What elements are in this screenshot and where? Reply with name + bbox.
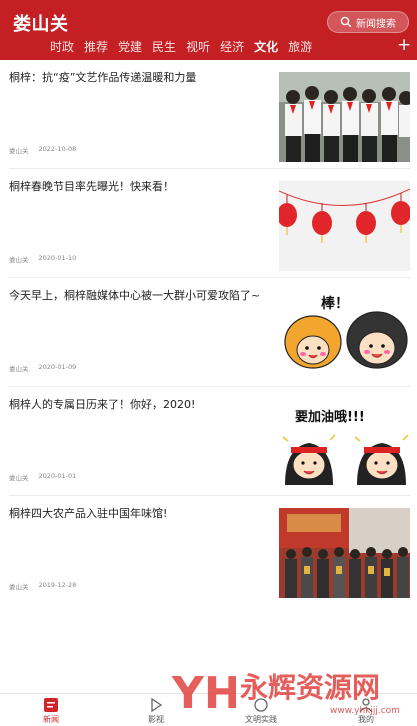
tab-jingji[interactable]: 经济 xyxy=(220,39,244,55)
article-source: 娄山关 xyxy=(9,147,29,155)
article-thumbnail-children[interactable] xyxy=(279,72,410,162)
search-label: 新闻搜索 xyxy=(356,18,396,30)
nav-video-label: 影视 xyxy=(148,715,164,724)
channel-tabs: 时政 推荐 党建 民生 视听 经济 文化 旅游 xyxy=(50,39,322,55)
article-meta: 娄山关 2020-01-10 xyxy=(9,254,76,264)
article-thumbnail-lanterns[interactable] xyxy=(279,181,410,271)
article-source: 娄山关 xyxy=(9,583,29,591)
article-title[interactable]: 桐梓四大农产品入驻中国年味馆! xyxy=(9,506,271,521)
tab-shiting[interactable]: 视听 xyxy=(186,39,210,55)
article-source: 娄山关 xyxy=(9,474,29,482)
app-header: 娄山关 新闻搜索 时政 推荐 党建 民生 视听 经济 文化 旅游 + xyxy=(0,0,417,60)
watermark-text: 永辉资源网 xyxy=(240,671,381,704)
article-title[interactable]: 桐梓人的专属日历来了！你好，2020! xyxy=(9,397,271,412)
article-date: 2020-01-09 xyxy=(38,363,77,371)
article-title[interactable]: 桐梓春晚节目率先曝光！快来看！ xyxy=(9,179,271,194)
thumbnail-text: 要加油哦!!! xyxy=(295,409,365,425)
nav-news-label: 新闻 xyxy=(43,715,59,724)
tab-dangjian[interactable]: 党建 xyxy=(118,39,142,55)
nav-news[interactable]: 新闻 xyxy=(21,695,81,725)
article-source: 娄山关 xyxy=(9,256,29,264)
search-icon xyxy=(340,16,352,28)
news-icon xyxy=(44,698,58,712)
article-date: 2022-10-08 xyxy=(38,145,77,153)
play-icon xyxy=(151,697,163,713)
article-item[interactable]: 桐梓四大农产品入驻中国年味馆! 娄山关 2019-12-28 xyxy=(0,496,417,605)
tab-tuijian[interactable]: 推荐 xyxy=(84,39,108,55)
article-date: 2020-01-01 xyxy=(38,472,77,480)
tab-minsheng[interactable]: 民生 xyxy=(152,39,176,55)
article-thumbnail-cheer[interactable]: 要加油哦!!! xyxy=(279,399,410,489)
article-date: 2020-01-10 xyxy=(38,254,77,262)
article-item[interactable]: 今天早上，桐梓融媒体中心被一大群小可爱攻陷了~ 娄山关 2020-01-09 棒… xyxy=(0,278,417,387)
article-title[interactable]: 今天早上，桐梓融媒体中心被一大群小可爱攻陷了~ xyxy=(9,288,271,303)
app-title: 娄山关 xyxy=(13,14,69,35)
article-item[interactable]: 桐梓：抗“疫”文艺作品传递温暖和力量 娄山关 2022-10-08 xyxy=(0,60,417,169)
article-meta: 娄山关 2022-10-08 xyxy=(9,145,76,155)
article-title[interactable]: 桐梓：抗“疫”文艺作品传递温暖和力量 xyxy=(9,70,271,85)
tab-wenhua[interactable]: 文化 xyxy=(254,39,278,55)
article-item[interactable]: 桐梓人的专属日历来了！你好，2020! 娄山关 2020-01-01 要加油哦!… xyxy=(0,387,417,496)
article-source: 娄山关 xyxy=(9,365,29,373)
article-meta: 娄山关 2019-12-28 xyxy=(9,581,76,591)
article-thumbnail-group-photo[interactable] xyxy=(279,508,410,598)
watermark-logo: YH xyxy=(171,668,236,718)
article-meta: 娄山关 2020-01-09 xyxy=(9,363,76,373)
article-meta: 娄山关 2020-01-01 xyxy=(9,472,76,482)
tab-shizheng[interactable]: 时政 xyxy=(50,39,74,55)
add-channel-icon[interactable]: + xyxy=(397,37,411,54)
tab-lvyou[interactable]: 旅游 xyxy=(288,39,312,55)
article-item[interactable]: 桐梓春晚节目率先曝光！快来看！ 娄山关 2020-01-10 xyxy=(0,169,417,278)
news-search-button[interactable]: 新闻搜索 xyxy=(327,11,409,33)
article-thumbnail-cartoon-dogs[interactable]: 棒！ xyxy=(279,290,410,380)
watermark-url: www.yhkjjj.com xyxy=(330,706,400,716)
watermark-logo-text: YH xyxy=(171,668,236,718)
article-date: 2019-12-28 xyxy=(38,581,77,589)
watermark: YH 永辉资源网 www.yhkjjj.com xyxy=(170,662,410,722)
thumbnail-text: 棒！ xyxy=(321,295,349,312)
